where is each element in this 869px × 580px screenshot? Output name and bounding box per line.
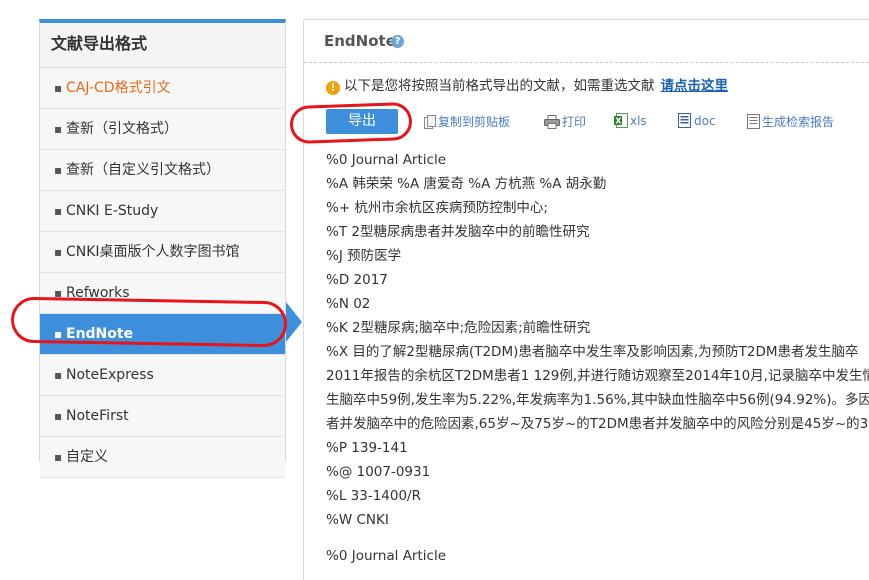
- record-line: %J 预防医学: [326, 248, 402, 264]
- page-title: EndNote: [324, 32, 396, 50]
- sidebar-item-label: CNKI E-Study: [66, 203, 159, 219]
- sidebar-item-custom[interactable]: ▪ 自定义: [40, 437, 285, 478]
- record-line: 者并发脑卒中的危险因素,65岁~及75岁~的T2DM患者并发脑卒中的风险分别是4…: [326, 416, 869, 432]
- doc-label: doc: [694, 114, 716, 128]
- panel-header: EndNote ?: [304, 20, 869, 63]
- sidebar-item-label: 自定义: [66, 449, 108, 465]
- record-line: 2011年报告的余杭区T2DM患者1 129例,并进行随访观察至2014年10月…: [326, 368, 869, 384]
- sidebar-item-noteexpress[interactable]: ▪ NoteExpress: [40, 355, 285, 396]
- word-doc-icon: [678, 113, 692, 131]
- sidebar-item-label: CNKI桌面版个人数字图书馆: [66, 244, 240, 260]
- bullet-icon: ▪: [54, 368, 63, 382]
- sidebar-item-label: 查新（自定义引文格式）: [66, 162, 220, 178]
- sidebar-item-chaxin-citation[interactable]: ▪ 查新（引文格式）: [40, 109, 285, 150]
- record-line: %N 02: [326, 296, 371, 312]
- bullet-icon: ▪: [54, 245, 63, 259]
- sidebar-item-label: CAJ-CD格式引文: [66, 80, 171, 96]
- sidebar-item-caj-cd[interactable]: ▪ CAJ-CD格式引文: [40, 68, 285, 109]
- export-record-text: %0 Journal Article %A 韩荣荣 %A 唐爱奇 %A 方杭燕 …: [326, 148, 869, 568]
- bullet-icon: ▪: [54, 409, 63, 423]
- bullet-icon: ▪: [54, 81, 63, 95]
- print-button[interactable]: 打印: [544, 113, 586, 132]
- record-line: %L 33-1400/R: [326, 488, 421, 504]
- copy-to-clipboard-button[interactable]: 复制到剪贴板: [424, 113, 510, 132]
- record-line: 生脑卒中59例,发生率为5.22%,年发病率为1.56%,其中缺血性脑卒中56例…: [326, 392, 869, 408]
- generate-report-button[interactable]: 生成检索报告: [747, 113, 834, 132]
- sidebar-item-chaxin-custom[interactable]: ▪ 查新（自定义引文格式）: [40, 150, 285, 191]
- printer-icon: [544, 115, 560, 132]
- excel-icon: X: [614, 113, 628, 131]
- red-annotation-oval-export: [289, 101, 413, 145]
- active-item-arrow: [286, 302, 302, 342]
- sidebar-item-label: 查新（引文格式）: [66, 121, 178, 137]
- red-annotation-oval-endnote: [10, 296, 288, 348]
- record-line: %W CNKI: [326, 512, 389, 528]
- record-line: %X 目的了解2型糖尿病(T2DM)患者脑卒中发生率及影响因素,为预防T2DM患…: [326, 344, 859, 360]
- svg-text:X: X: [615, 117, 622, 126]
- export-xls-button[interactable]: Xxls: [614, 113, 647, 131]
- reselect-notice: ! 以下是您将按照当前格式导出的文献，如需重选文献 请点击这里: [326, 74, 728, 95]
- sidebar-title: 文献导出格式: [40, 23, 285, 68]
- record-line: %A 韩荣荣 %A 唐爱奇 %A 方杭燕 %A 胡永勤: [326, 176, 607, 192]
- xls-label: xls: [630, 114, 647, 128]
- clipboard-icon: [424, 115, 436, 132]
- record-separator: [326, 532, 869, 544]
- bullet-icon: ▪: [54, 204, 63, 218]
- sidebar-item-label: NoteFirst: [66, 408, 129, 424]
- print-label: 打印: [562, 115, 587, 129]
- export-format-sidebar: 文献导出格式 ▪ CAJ-CD格式引文 ▪ 查新（引文格式） ▪ 查新（自定义引文格式…: [39, 19, 286, 478]
- notice-text: 以下是您将按照当前格式导出的文献，如需重选文献: [344, 78, 655, 94]
- report-label: 生成检索报告: [762, 115, 835, 129]
- record-line: %K 2型糖尿病;脑卒中;危险因素;前瞻性研究: [326, 320, 591, 336]
- sidebar-item-cnki-desktop-library[interactable]: ▪ CNKI桌面版个人数字图书馆: [40, 232, 285, 273]
- help-icon[interactable]: ?: [391, 35, 404, 48]
- sidebar-item-cnki-e-study[interactable]: ▪ CNKI E-Study: [40, 191, 285, 232]
- sidebar-item-label: NoteExpress: [66, 367, 154, 383]
- copy-label: 复制到剪贴板: [438, 115, 511, 129]
- record-line: %0 Journal Article: [326, 152, 446, 168]
- warning-icon: !: [326, 81, 340, 95]
- reselect-link[interactable]: 请点击这里: [661, 78, 729, 94]
- export-doc-button[interactable]: doc: [678, 113, 716, 131]
- record-line: %T 2型糖尿病患者并发脑卒中的前瞻性研究: [326, 224, 590, 240]
- bullet-icon: ▪: [54, 450, 63, 464]
- record-line: %+ 杭州市余杭区疾病预防控制中心;: [326, 200, 548, 216]
- record-line: %@ 1007-0931: [326, 464, 431, 480]
- bullet-icon: ▪: [54, 122, 63, 136]
- format-list: ▪ CAJ-CD格式引文 ▪ 查新（引文格式） ▪ 查新（自定义引文格式） ▪ CNKI…: [40, 68, 285, 478]
- sidebar-item-notefirst[interactable]: ▪ NoteFirst: [40, 396, 285, 437]
- record-line: %P 139-141: [326, 440, 408, 456]
- bullet-icon: ▪: [54, 163, 63, 177]
- record-line: %D 2017: [326, 272, 388, 288]
- report-icon: [747, 114, 760, 132]
- record-line: %0 Journal Article: [326, 548, 446, 564]
